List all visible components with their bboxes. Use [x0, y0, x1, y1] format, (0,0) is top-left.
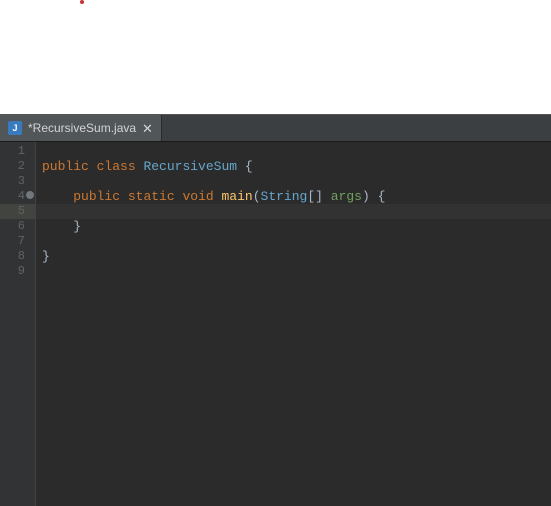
- code-area[interactable]: public class RecursiveSum { public stati…: [36, 142, 551, 506]
- code-line[interactable]: [36, 204, 551, 219]
- line-number: 8: [0, 249, 35, 264]
- line-number-gutter: 123456789: [0, 142, 36, 506]
- tab-label: *RecursiveSum.java: [28, 121, 136, 135]
- red-dot-decor: [80, 0, 84, 4]
- code-line[interactable]: [36, 174, 551, 189]
- line-number: 6: [0, 219, 35, 234]
- code-line[interactable]: public static void main(String[] args) {: [36, 189, 551, 204]
- line-number: 2: [0, 159, 35, 174]
- tab-bar: J *RecursiveSum.java ✕: [0, 114, 551, 142]
- code-line[interactable]: [36, 234, 551, 249]
- gutter-marker-icon: [26, 191, 34, 199]
- code-line[interactable]: [36, 264, 551, 279]
- line-number: 7: [0, 234, 35, 249]
- code-line[interactable]: [36, 144, 551, 159]
- code-line[interactable]: }: [36, 249, 551, 264]
- java-file-icon: J: [8, 121, 22, 135]
- editor-body: 123456789 public class RecursiveSum { pu…: [0, 142, 551, 506]
- code-line[interactable]: public class RecursiveSum {: [36, 159, 551, 174]
- close-icon[interactable]: ✕: [142, 122, 153, 135]
- line-number: 4: [0, 189, 35, 204]
- line-number: 9: [0, 264, 35, 279]
- tab-recursivesum[interactable]: J *RecursiveSum.java ✕: [0, 115, 162, 141]
- line-number: 3: [0, 174, 35, 189]
- line-number: 5: [0, 204, 35, 219]
- code-line[interactable]: }: [36, 219, 551, 234]
- line-number: 1: [0, 144, 35, 159]
- editor-region: J *RecursiveSum.java ✕ 123456789 public …: [0, 114, 551, 506]
